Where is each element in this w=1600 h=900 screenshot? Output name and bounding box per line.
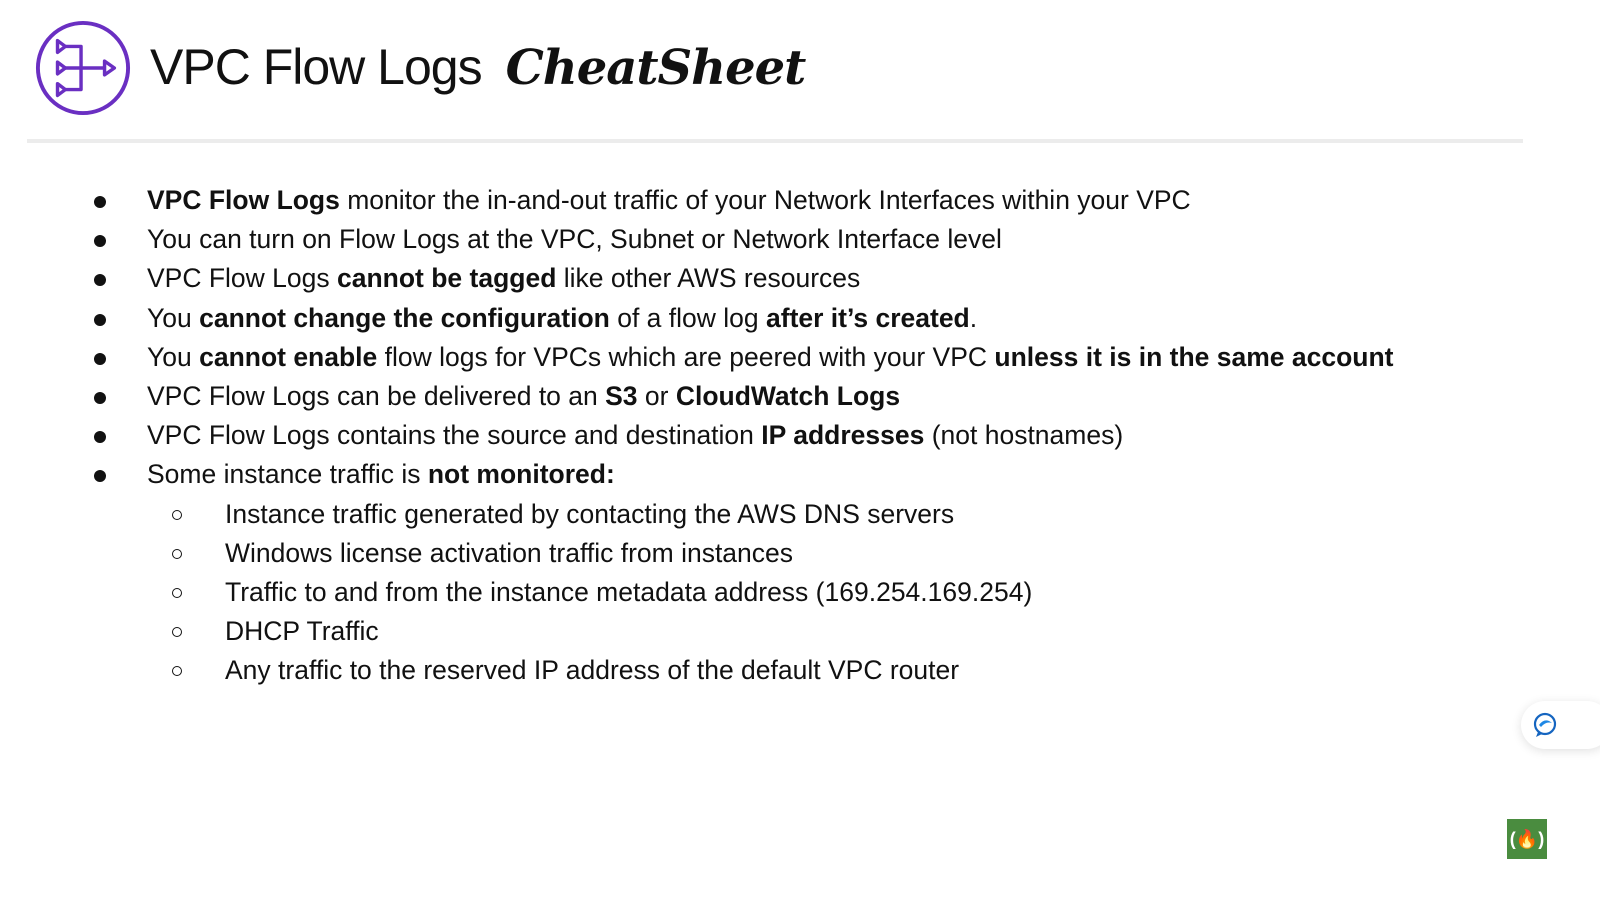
bullet-item: VPC Flow Logs can be delivered to an S3 … <box>0 377 1600 416</box>
bullet-icon <box>94 274 106 287</box>
text-segment: VPC Flow Logs contains the source and de… <box>147 420 762 451</box>
sub-bullet-item: Windows license activation traffic from … <box>0 534 1600 573</box>
bullet-icon <box>94 391 106 404</box>
text-segment: monitor the in-and-out traffic of your N… <box>339 185 1191 215</box>
sub-bullet-item: Any traffic to the reserved IP address o… <box>0 651 1600 690</box>
chat-bubble-icon <box>1533 712 1557 737</box>
hollow-bullet-icon <box>172 627 182 638</box>
vpc-flow-logs-icon <box>35 20 131 116</box>
text-segment: of a flow log <box>609 302 766 333</box>
text-segment: You <box>147 341 200 372</box>
bullet-text: Traffic to and from the instance metadat… <box>225 573 1032 612</box>
text-segment: You <box>147 302 200 333</box>
bullet-icon <box>94 313 106 326</box>
page-title: VPC Flow Logs CheatSheet <box>150 38 807 96</box>
bullet-text: You can turn on Flow Logs at the VPC, Su… <box>147 220 1002 259</box>
bold-text: cannot change the configuration <box>199 302 610 333</box>
sub-bullet-item: Traffic to and from the instance metadat… <box>0 573 1600 612</box>
text-segment: DHCP Traffic <box>225 616 379 647</box>
text-segment: VPC Flow Logs can be delivered to an <box>147 380 606 411</box>
bullet-item: You cannot enable flow logs for VPCs whi… <box>0 338 1600 377</box>
bullet-text: VPC Flow Logs monitor the in-and-out tra… <box>147 181 1191 220</box>
bullet-icon <box>94 352 106 365</box>
bullet-list: VPC Flow Logs monitor the in-and-out tra… <box>0 181 1600 690</box>
text-segment: Traffic to and from the instance metadat… <box>225 576 1033 607</box>
text-segment: You can turn on Flow Logs at the VPC, Su… <box>147 224 1002 255</box>
bullet-icon <box>94 470 106 483</box>
sub-bullet-item: DHCP Traffic <box>0 612 1600 651</box>
text-segment: flow logs for VPCs which are peered with… <box>377 341 995 372</box>
header-divider <box>27 139 1523 143</box>
bullet-icon <box>94 196 106 208</box>
title-script: CheatSheet <box>505 40 807 96</box>
bullet-icon <box>94 431 106 444</box>
bullet-text: Instance traffic generated by contacting… <box>225 495 954 534</box>
chat-widget-button[interactable] <box>1521 701 1600 749</box>
text-segment: Windows license activation traffic from … <box>225 537 794 568</box>
bullet-item: VPC Flow Logs contains the source and de… <box>0 416 1600 455</box>
bullet-item: VPC Flow Logs monitor the in-and-out tra… <box>0 181 1600 220</box>
bullet-text: Some instance traffic is not monitored: <box>147 455 615 494</box>
text-segment: VPC Flow Logs <box>147 263 337 294</box>
bold-text: not monitored: <box>427 459 615 490</box>
bullet-item: You can turn on Flow Logs at the VPC, Su… <box>0 220 1600 259</box>
text-segment: . <box>969 302 978 333</box>
bold-text: after it’s created <box>766 302 970 333</box>
bold-text: CloudWatch Logs <box>675 380 901 411</box>
bold-text: S3 <box>605 380 638 411</box>
bullet-item: VPC Flow Logs cannot be tagged like othe… <box>0 259 1600 298</box>
bullet-item: Some instance traffic is not monitored: <box>0 455 1600 494</box>
text-segment: like other AWS resources <box>556 263 861 294</box>
bold-text: IP addresses <box>761 420 925 451</box>
text-segment: or <box>637 380 676 411</box>
text-segment: Instance traffic generated by contacting… <box>225 498 955 529</box>
hollow-bullet-icon <box>172 587 182 598</box>
bold-text: cannot be tagged <box>337 263 557 294</box>
bullet-text: VPC Flow Logs contains the source and de… <box>147 416 1123 455</box>
sub-bullet-item: Instance traffic generated by contacting… <box>0 495 1600 534</box>
bullet-text: DHCP Traffic <box>225 612 379 651</box>
bold-text: unless it is in the same account <box>994 341 1394 372</box>
bold-text: VPC Flow Logs <box>147 185 340 215</box>
bullet-icon <box>94 235 106 248</box>
bullet-text: You cannot enable flow logs for VPCs whi… <box>147 338 1394 377</box>
bullet-text: Windows license activation traffic from … <box>225 534 793 573</box>
text-segment: Any traffic to the reserved IP address o… <box>225 655 960 686</box>
bullet-text: Any traffic to the reserved IP address o… <box>225 651 959 690</box>
bullet-text: VPC Flow Logs can be delivered to an S3 … <box>147 377 900 416</box>
bullet-text: VPC Flow Logs cannot be tagged like othe… <box>147 259 860 298</box>
text-segment: (not hostnames) <box>924 420 1124 451</box>
hollow-bullet-icon <box>172 548 182 559</box>
bold-text: cannot enable <box>199 341 378 372</box>
brand-badge[interactable]: (🔥) <box>1507 819 1547 859</box>
title-main: VPC Flow Logs <box>150 39 483 95</box>
hollow-bullet-icon <box>172 666 182 677</box>
bullet-item: You cannot change the configuration of a… <box>0 299 1600 338</box>
hollow-bullet-icon <box>172 509 182 520</box>
bullet-text: You cannot change the configuration of a… <box>147 299 977 338</box>
text-segment: Some instance traffic is <box>147 459 428 490</box>
